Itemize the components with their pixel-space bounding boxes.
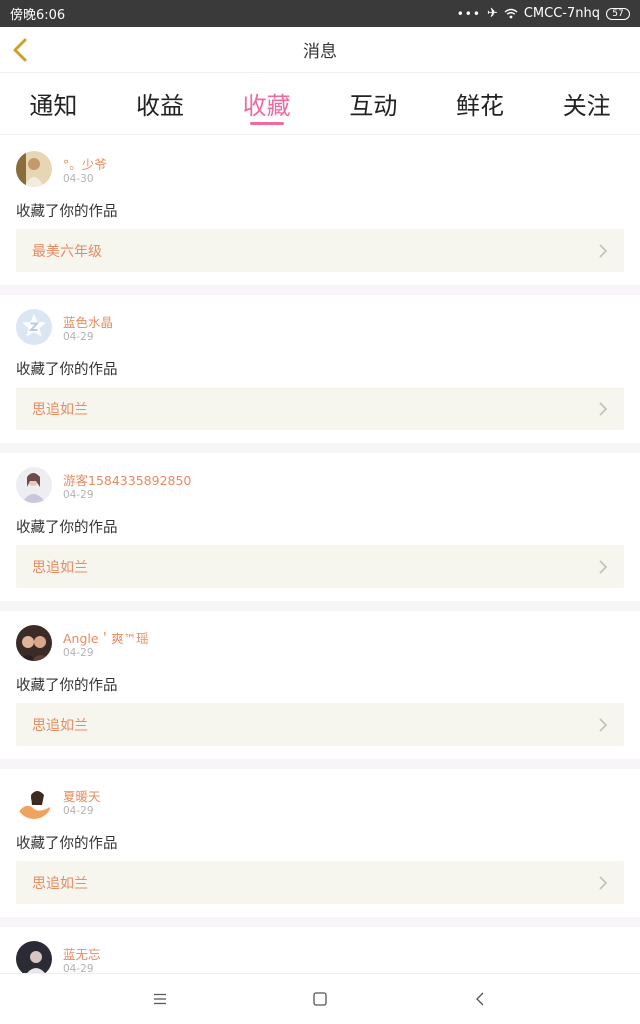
notification-message: 收藏了你的作品	[16, 362, 118, 378]
list-item: 蓝色水晶 04-29 收藏了你的作品 思追如兰	[0, 295, 640, 443]
work-link[interactable]: 思追如兰	[16, 703, 624, 746]
menu-button[interactable]	[140, 979, 180, 1019]
divider	[0, 285, 640, 295]
status-bar: 傍晚6:06 ••• ✈ CMCC-7nhq 57	[0, 0, 640, 27]
tab-label: 通知	[29, 92, 78, 120]
avatar[interactable]	[16, 309, 52, 345]
work-title: 思追如兰	[32, 875, 88, 892]
user-photo-icon	[16, 625, 52, 661]
notification-message: 收藏了你的作品	[16, 836, 118, 852]
work-link[interactable]: 思追如兰	[16, 545, 624, 588]
system-nav-bar	[0, 973, 640, 1024]
list-item: °。少爷 04-30 收藏了你的作品 最美六年级	[0, 137, 640, 285]
list-item: 夏暖天 04-29 收藏了你的作品 思追如兰	[0, 769, 640, 917]
chevron-right-icon	[599, 717, 608, 732]
chevron-right-icon	[599, 559, 608, 574]
more-notifications-icon: •••	[456, 6, 481, 21]
divider	[0, 917, 640, 927]
avatar[interactable]	[16, 941, 52, 973]
timestamp: 04-29	[63, 489, 94, 501]
system-back-button[interactable]	[460, 979, 500, 1019]
notification-message: 收藏了你的作品	[16, 678, 118, 694]
work-title: 最美六年级	[32, 243, 102, 260]
work-title: 思追如兰	[32, 559, 88, 576]
avatar[interactable]	[16, 151, 52, 187]
wifi-icon	[504, 8, 518, 19]
username[interactable]: 蓝无忘	[63, 944, 101, 963]
divider	[0, 443, 640, 453]
tab-label: 收藏	[242, 92, 291, 120]
work-link[interactable]: 思追如兰	[16, 861, 624, 904]
tab-label: 互动	[349, 92, 398, 120]
notification-message: 收藏了你的作品	[16, 520, 118, 536]
screen: 傍晚6:06 ••• ✈ CMCC-7nhq 57 消息 通知 收益 收藏 互动…	[0, 0, 640, 1024]
username[interactable]: °。少爷	[63, 154, 107, 173]
avatar[interactable]	[16, 467, 52, 503]
timestamp: 04-30	[63, 173, 94, 185]
user-photo-icon	[16, 941, 52, 973]
list-item: 游客1584335892850 04-29 收藏了你的作品 思追如兰	[0, 453, 640, 601]
timestamp: 04-29	[63, 805, 94, 817]
menu-icon	[154, 993, 166, 1005]
user-photo-icon	[16, 783, 52, 819]
avatar[interactable]	[16, 783, 52, 819]
chevron-right-icon	[599, 243, 608, 258]
tab-notifications[interactable]: 通知	[0, 73, 107, 134]
tab-earnings[interactable]: 收益	[107, 73, 214, 134]
user-photo-icon	[16, 467, 52, 503]
list-item: 蓝无忘 04-29	[0, 927, 640, 973]
tab-interactions[interactable]: 互动	[320, 73, 427, 134]
username[interactable]: 蓝色水晶	[63, 312, 113, 331]
back-button[interactable]	[10, 37, 32, 63]
username[interactable]: 游客1584335892850	[63, 470, 191, 489]
tab-flowers[interactable]: 鲜花	[427, 73, 534, 134]
active-tab-indicator	[249, 122, 284, 125]
home-button[interactable]	[300, 979, 340, 1019]
work-link[interactable]: 思追如兰	[16, 387, 624, 430]
divider	[0, 759, 640, 769]
divider	[0, 601, 640, 611]
tab-follows[interactable]: 关注	[533, 73, 640, 134]
work-link[interactable]: 最美六年级	[16, 229, 624, 272]
carrier-name: CMCC-7nhq	[523, 6, 600, 21]
back-icon	[476, 992, 484, 1006]
status-time: 傍晚6:06	[10, 8, 66, 23]
status-indicators: ••• ✈ CMCC-7nhq 57	[457, 6, 630, 21]
notification-list[interactable]: °。少爷 04-30 收藏了你的作品 最美六年级 蓝色水晶 04-29 收藏了你…	[0, 137, 640, 973]
tab-label: 鲜花	[456, 92, 505, 120]
user-photo-icon	[16, 151, 52, 187]
tab-label: 收益	[136, 92, 184, 120]
avatar[interactable]	[16, 625, 52, 661]
username[interactable]: 夏暖天	[63, 786, 101, 805]
home-icon	[313, 992, 327, 1006]
work-title: 思追如兰	[32, 717, 88, 734]
tab-bar: 通知 收益 收藏 互动 鲜花 关注	[0, 73, 640, 135]
timestamp: 04-29	[63, 647, 94, 659]
list-item: Angle＇爽™瑶 04-29 收藏了你的作品 思追如兰	[0, 611, 640, 759]
work-title: 思追如兰	[32, 401, 88, 418]
username[interactable]: Angle＇爽™瑶	[63, 628, 149, 647]
timestamp: 04-29	[63, 963, 94, 973]
notification-message: 收藏了你的作品	[16, 204, 118, 220]
default-avatar-icon	[16, 309, 52, 345]
airplane-icon: ✈	[486, 6, 498, 21]
tab-label: 关注	[562, 92, 611, 120]
chevron-right-icon	[599, 875, 608, 890]
timestamp: 04-29	[63, 331, 94, 343]
back-arrow-icon	[13, 38, 27, 62]
title-bar: 消息	[0, 27, 640, 73]
chevron-right-icon	[599, 401, 608, 416]
tab-favorites[interactable]: 收藏	[213, 73, 320, 134]
battery-icon: 57	[606, 7, 630, 20]
page-title: 消息	[303, 42, 337, 62]
